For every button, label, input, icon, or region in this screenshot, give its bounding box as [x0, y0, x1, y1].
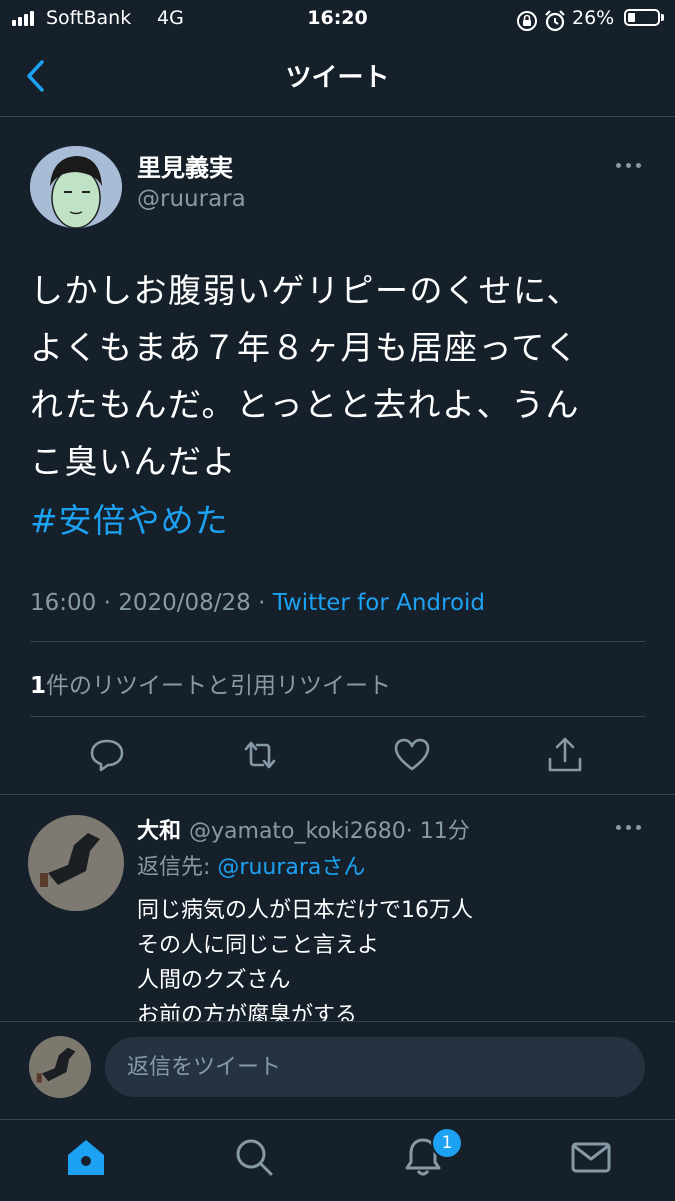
- battery-percent: 26%: [572, 7, 615, 29]
- meta-divider: [30, 641, 645, 642]
- tweet-meta: 16:00 · 2020/08/28 · Twitter for Android: [30, 590, 485, 616]
- status-bar: SoftBank 4G 16:20 26%: [0, 0, 675, 40]
- retweet-stats[interactable]: 1件のリツイートと引用リツイート: [30, 666, 391, 700]
- stats-divider: [30, 716, 645, 717]
- notification-badge: 1: [431, 1127, 463, 1159]
- hashtag-link[interactable]: #安倍やめた: [30, 494, 229, 542]
- composer-avatar: [29, 1036, 91, 1098]
- tweet-source-link[interactable]: Twitter for Android: [273, 590, 485, 616]
- reply-avatar[interactable]: [28, 815, 124, 911]
- reply-author-handle[interactable]: @yamato_koki2680: [189, 819, 406, 844]
- replying-to-prefix: 返信先:: [137, 855, 218, 880]
- reply-header: 大和 @yamato_koki2680· 11分: [137, 813, 470, 845]
- home-icon[interactable]: [64, 1135, 108, 1179]
- reply-line: 人間のクズさん: [137, 968, 291, 993]
- header-divider: [0, 116, 675, 117]
- share-icon[interactable]: [545, 735, 585, 775]
- reply-icon[interactable]: [87, 735, 127, 775]
- meta-separator: ·: [250, 590, 273, 616]
- retweet-icon[interactable]: [240, 735, 280, 775]
- author-avatar[interactable]: [30, 146, 122, 228]
- meta-separator: ·: [96, 590, 119, 616]
- tweet-date: 2020/08/28: [118, 590, 251, 616]
- author-name[interactable]: 里見義実: [137, 148, 233, 183]
- reply-text: 同じ病気の人が日本だけで16万人 その人に同じこと言えよ 人間のクズさん お前の…: [137, 893, 473, 1033]
- reply-compose-input[interactable]: [105, 1037, 645, 1097]
- orientation-lock-icon: [517, 11, 537, 31]
- reply-line: 同じ病気の人が日本だけで16万人: [137, 898, 473, 923]
- compose-divider: [0, 1021, 675, 1022]
- retweet-count: 1: [30, 673, 47, 699]
- messages-mail-icon[interactable]: [569, 1135, 613, 1179]
- retweet-label: 件のリツイートと引用リツイート: [46, 673, 392, 699]
- actions-divider: [0, 794, 675, 795]
- alarm-icon: [545, 10, 565, 32]
- battery-level: [628, 13, 635, 22]
- author-handle[interactable]: @ruurara: [137, 186, 246, 212]
- reply-time: · 11分: [405, 819, 470, 844]
- reply-more-icon[interactable]: [612, 818, 652, 838]
- tweet-more-icon[interactable]: [612, 156, 652, 176]
- replying-to-link[interactable]: @ruuraraさん: [217, 855, 365, 880]
- battery-icon: [624, 9, 660, 26]
- page-title: ツイート: [285, 63, 390, 93]
- tweet-time: 16:00: [30, 590, 97, 616]
- like-heart-icon[interactable]: [392, 735, 432, 775]
- reply-line: その人に同じこと言えよ: [137, 933, 380, 958]
- search-icon[interactable]: [232, 1135, 276, 1179]
- replying-to: 返信先: @ruuraraさん: [137, 849, 365, 881]
- tweet-text: しかしお腹弱いゲリピーのくせに、 よくもまあ７年８ヶ月も居座ってく れたもんだ。…: [30, 271, 582, 481]
- reply-author-name[interactable]: 大和: [137, 819, 181, 844]
- battery-nub: [661, 14, 664, 21]
